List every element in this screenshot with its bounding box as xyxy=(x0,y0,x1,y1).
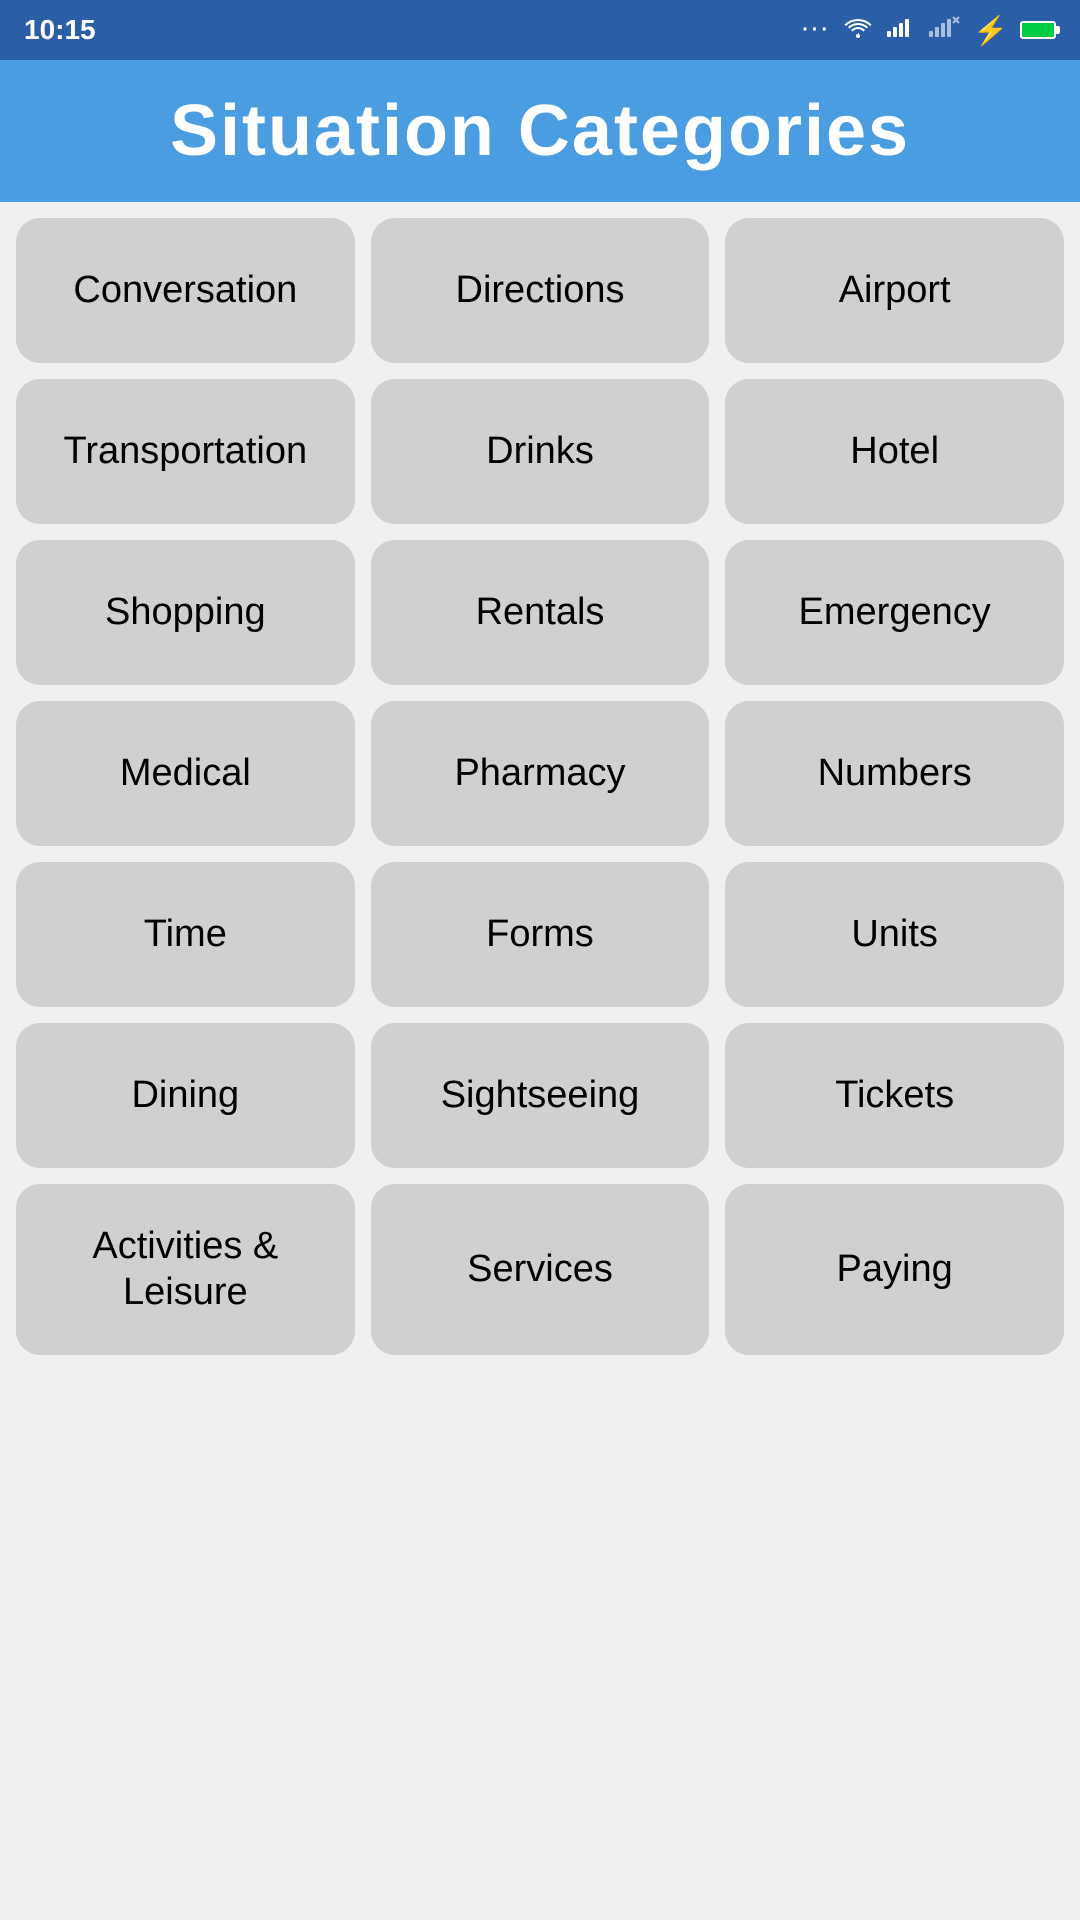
status-time: 10:15 xyxy=(24,14,96,46)
status-icons: ··· xyxy=(802,14,1056,47)
category-btn-forms[interactable]: Forms xyxy=(371,862,710,1007)
category-btn-time[interactable]: Time xyxy=(16,862,355,1007)
category-btn-hotel[interactable]: Hotel xyxy=(725,379,1064,524)
category-btn-paying[interactable]: Paying xyxy=(725,1184,1064,1355)
dots-icon: ··· xyxy=(802,19,831,42)
signal-x-icon xyxy=(927,14,961,46)
category-btn-conversation[interactable]: Conversation xyxy=(16,218,355,363)
category-btn-shopping[interactable]: Shopping xyxy=(16,540,355,685)
category-btn-sightseeing[interactable]: Sightseeing xyxy=(371,1023,710,1168)
category-btn-pharmacy[interactable]: Pharmacy xyxy=(371,701,710,846)
category-btn-medical[interactable]: Medical xyxy=(16,701,355,846)
wifi-icon xyxy=(843,14,873,46)
categories-grid: ConversationDirectionsAirport Transportat… xyxy=(0,202,1080,1371)
category-btn-activities-leisure[interactable]: Activities & Leisure xyxy=(16,1184,355,1355)
category-btn-directions[interactable]: Directions xyxy=(371,218,710,363)
category-btn-emergency[interactable]: Emergency xyxy=(725,540,1064,685)
category-btn-transportation[interactable]: Transportation xyxy=(16,379,355,524)
signal-icon xyxy=(885,14,915,46)
category-btn-services[interactable]: Services xyxy=(371,1184,710,1355)
category-btn-units[interactable]: Units xyxy=(725,862,1064,1007)
category-btn-numbers[interactable]: Numbers xyxy=(725,701,1064,846)
battery-icon xyxy=(1020,21,1056,39)
charging-icon: ⚡ xyxy=(973,14,1008,47)
page-title: Situation Categories xyxy=(20,90,1060,172)
page-header: Situation Categories xyxy=(0,60,1080,202)
category-btn-drinks[interactable]: Drinks xyxy=(371,379,710,524)
category-btn-airport[interactable]: Airport xyxy=(725,218,1064,363)
status-bar: 10:15 ··· xyxy=(0,0,1080,60)
category-btn-dining[interactable]: Dining xyxy=(16,1023,355,1168)
category-btn-rentals[interactable]: Rentals xyxy=(371,540,710,685)
category-btn-tickets[interactable]: Tickets xyxy=(725,1023,1064,1168)
